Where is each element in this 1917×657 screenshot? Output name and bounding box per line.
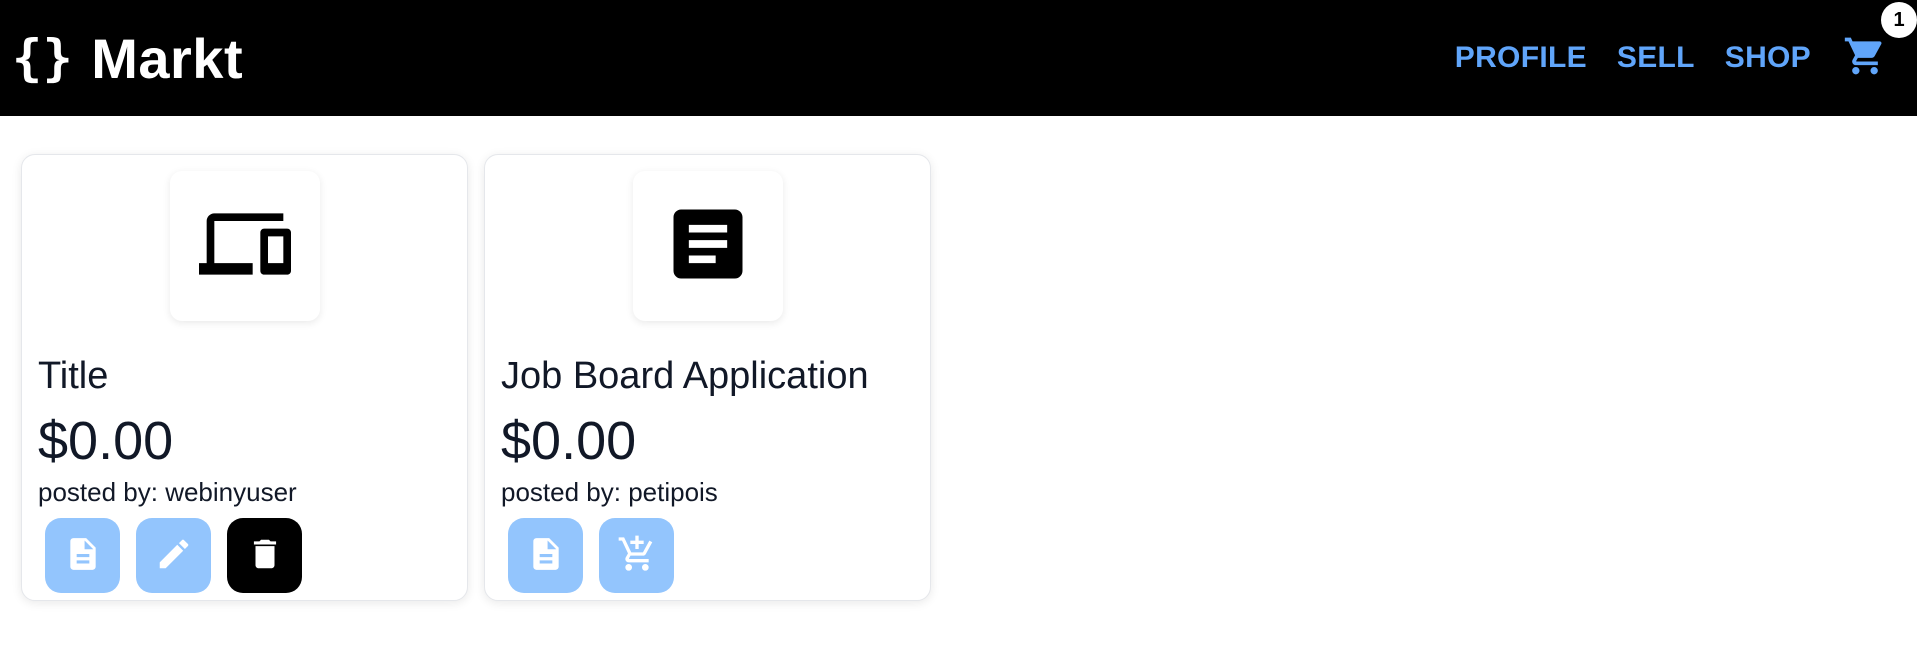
cart-count-badge: 1: [1881, 2, 1917, 38]
trash-icon: [246, 535, 284, 576]
listing-card: Title $0.00 posted by: webinyuser: [21, 154, 468, 601]
brand-logo[interactable]: {} Markt: [12, 26, 243, 91]
main-nav: PROFILE SELL SHOP 1: [1425, 2, 1917, 83]
listing-poster: posted by: petipois: [501, 477, 718, 508]
article-icon: [662, 198, 754, 295]
add-shopping-cart-icon: [617, 534, 657, 577]
top-navbar: {} Markt PROFILE SELL SHOP 1: [0, 0, 1917, 116]
details-button[interactable]: [508, 518, 583, 594]
listing-card: Job Board Application $0.00 posted by: p…: [484, 154, 931, 601]
document-icon: [527, 535, 565, 576]
listing-actions: [508, 518, 914, 594]
listing-price: $0.00: [501, 410, 637, 471]
listing-thumbnail: [632, 171, 783, 321]
pencil-icon: [155, 535, 193, 576]
nav-sell-link[interactable]: SELL: [1617, 41, 1695, 75]
listing-actions: [45, 518, 451, 594]
listing-poster: posted by: webinyuser: [38, 477, 297, 508]
listing-title: Job Board Application: [501, 355, 869, 397]
listings-grid: Title $0.00 posted by: webinyuser Job Bo…: [0, 116, 1917, 601]
add-to-cart-button[interactable]: [599, 518, 674, 594]
nav-shop-link[interactable]: SHOP: [1725, 41, 1811, 75]
brand-name: Markt: [91, 26, 244, 90]
listing-price: $0.00: [38, 410, 174, 471]
listing-thumbnail: [169, 171, 320, 321]
nav-profile-link[interactable]: PROFILE: [1455, 41, 1587, 75]
brand-braces: {}: [12, 29, 74, 87]
edit-button[interactable]: [136, 518, 211, 594]
document-icon: [64, 535, 102, 576]
cart-button[interactable]: 1: [1843, 2, 1917, 83]
delete-button[interactable]: [227, 518, 302, 594]
shopping-cart-icon: [1843, 34, 1887, 83]
devices-icon: [198, 198, 291, 295]
details-button[interactable]: [45, 518, 120, 594]
listing-title: Title: [38, 355, 109, 397]
